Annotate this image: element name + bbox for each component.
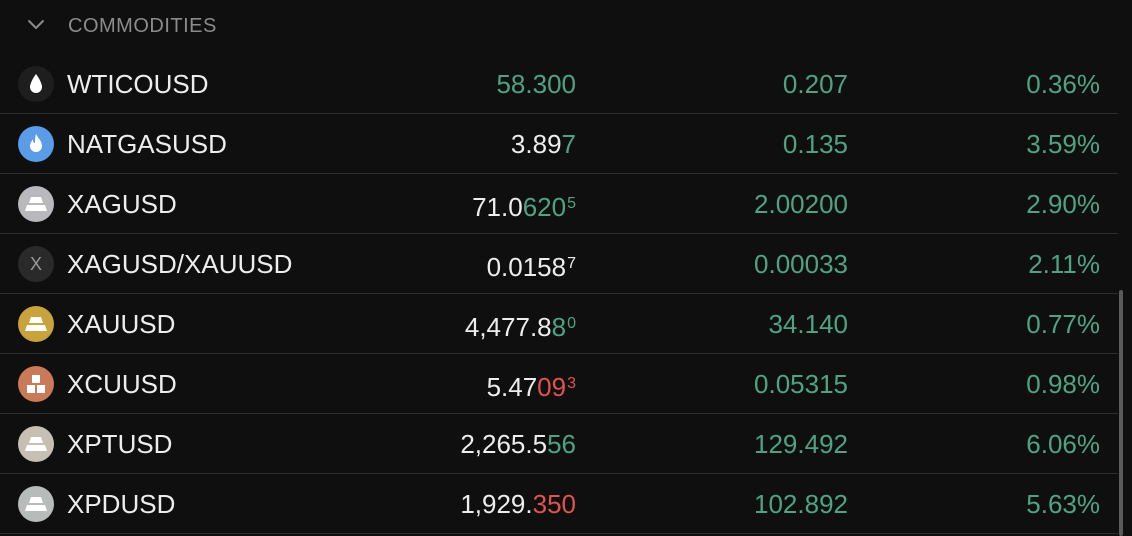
price-segment: 7 [561, 129, 576, 159]
silver-bars-icon [18, 186, 54, 222]
row-change: 0.135 [782, 129, 848, 159]
vertical-scrollbar[interactable] [1119, 290, 1123, 536]
price-segment: 4,477.8 [464, 312, 552, 342]
row-percent: 6.06% [1026, 429, 1100, 459]
letter-x-icon: X [18, 246, 54, 282]
row-percent: 0.98% [1026, 369, 1100, 399]
row-change: 34.140 [768, 309, 848, 339]
price-superscript-digit: 3 [567, 375, 576, 392]
row-percent: 2.11% [1028, 249, 1100, 279]
row-percent: 0.77% [1026, 309, 1100, 339]
row-price: 0.01587 [487, 234, 576, 294]
row-change: 2.00200 [754, 189, 848, 219]
price-segment: 5.47 [486, 372, 538, 402]
row-percent: 3.59% [1026, 129, 1100, 159]
row-price: 5.47093 [487, 354, 576, 414]
table-row[interactable]: XAUUSD 4,477.880 34.140 0.77% [0, 294, 1118, 354]
oil-drop-icon [18, 66, 54, 102]
price-segment: 09 [537, 372, 567, 402]
price-segment: 8 [551, 312, 567, 342]
table-row[interactable]: XPDUSD 1,929.350 102.892 5.63% [0, 474, 1118, 534]
gas-flame-icon [18, 126, 54, 162]
price-segment: 71.0 [472, 192, 523, 222]
price-superscript-digit: 7 [567, 255, 576, 272]
commodities-section-header[interactable]: COMMODITIES [0, 0, 1132, 52]
price-segment: 3.89 [510, 129, 562, 159]
row-price: 71.06205 [472, 174, 576, 234]
row-symbol: XPDUSD [67, 489, 176, 519]
row-symbol: XAGUSD/XAUUSD [67, 249, 293, 279]
price-segment: 2,265.5 [460, 429, 548, 459]
row-change: 0.00033 [754, 249, 848, 279]
table-row[interactable]: XCUUSD 5.47093 0.05315 0.98% [0, 354, 1118, 414]
price-segment: 56 [547, 429, 576, 459]
table-row[interactable]: NATGASUSD 3.897 0.135 3.59% [0, 114, 1118, 174]
row-price: 3.897 [511, 114, 576, 174]
price-superscript-digit: 5 [567, 195, 576, 212]
row-change: 0.05315 [754, 369, 848, 399]
row-price: 2,265.556 [460, 414, 576, 474]
section-title: COMMODITIES [68, 14, 217, 37]
row-symbol: XCUUSD [67, 369, 177, 399]
price-segment: 620 [522, 192, 567, 222]
copper-blocks-icon [18, 366, 54, 402]
row-percent: 5.63% [1026, 489, 1100, 519]
table-row[interactable]: XPTUSD 2,265.556 129.492 6.06% [0, 414, 1118, 474]
chevron-down-icon[interactable] [26, 15, 46, 35]
price-segment: 0.0158 [486, 252, 567, 282]
price-superscript-digit: 0 [567, 315, 576, 332]
row-symbol: XAUUSD [67, 309, 176, 339]
table-row[interactable]: XAGUSD 71.06205 2.00200 2.90% [0, 174, 1118, 234]
platinum-bars-icon [18, 426, 54, 462]
price-segment: 350 [532, 489, 576, 519]
gold-bars-icon [18, 306, 54, 342]
price-segment: 1,929. [460, 489, 533, 519]
row-symbol: NATGASUSD [67, 129, 227, 159]
palladium-bars-icon [18, 486, 54, 522]
table-row[interactable]: WTICOUSD 58.300 0.207 0.36% [0, 54, 1118, 114]
row-symbol: WTICOUSD [67, 69, 209, 99]
row-price: 4,477.880 [465, 294, 576, 354]
row-change: 0.207 [782, 69, 848, 99]
row-percent: 0.36% [1026, 69, 1100, 99]
row-percent: 2.90% [1026, 189, 1100, 219]
table-row[interactable]: X XAGUSD/XAUUSD 0.01587 0.00033 2.11% [0, 234, 1118, 294]
row-symbol: XPTUSD [67, 429, 173, 459]
row-price: 58.300 [496, 54, 576, 114]
row-price: 1,929.350 [460, 474, 576, 534]
price-segment: 58.300 [496, 69, 576, 99]
row-symbol: XAGUSD [67, 189, 177, 219]
row-change: 129.492 [754, 429, 848, 459]
row-change: 102.892 [754, 489, 848, 519]
